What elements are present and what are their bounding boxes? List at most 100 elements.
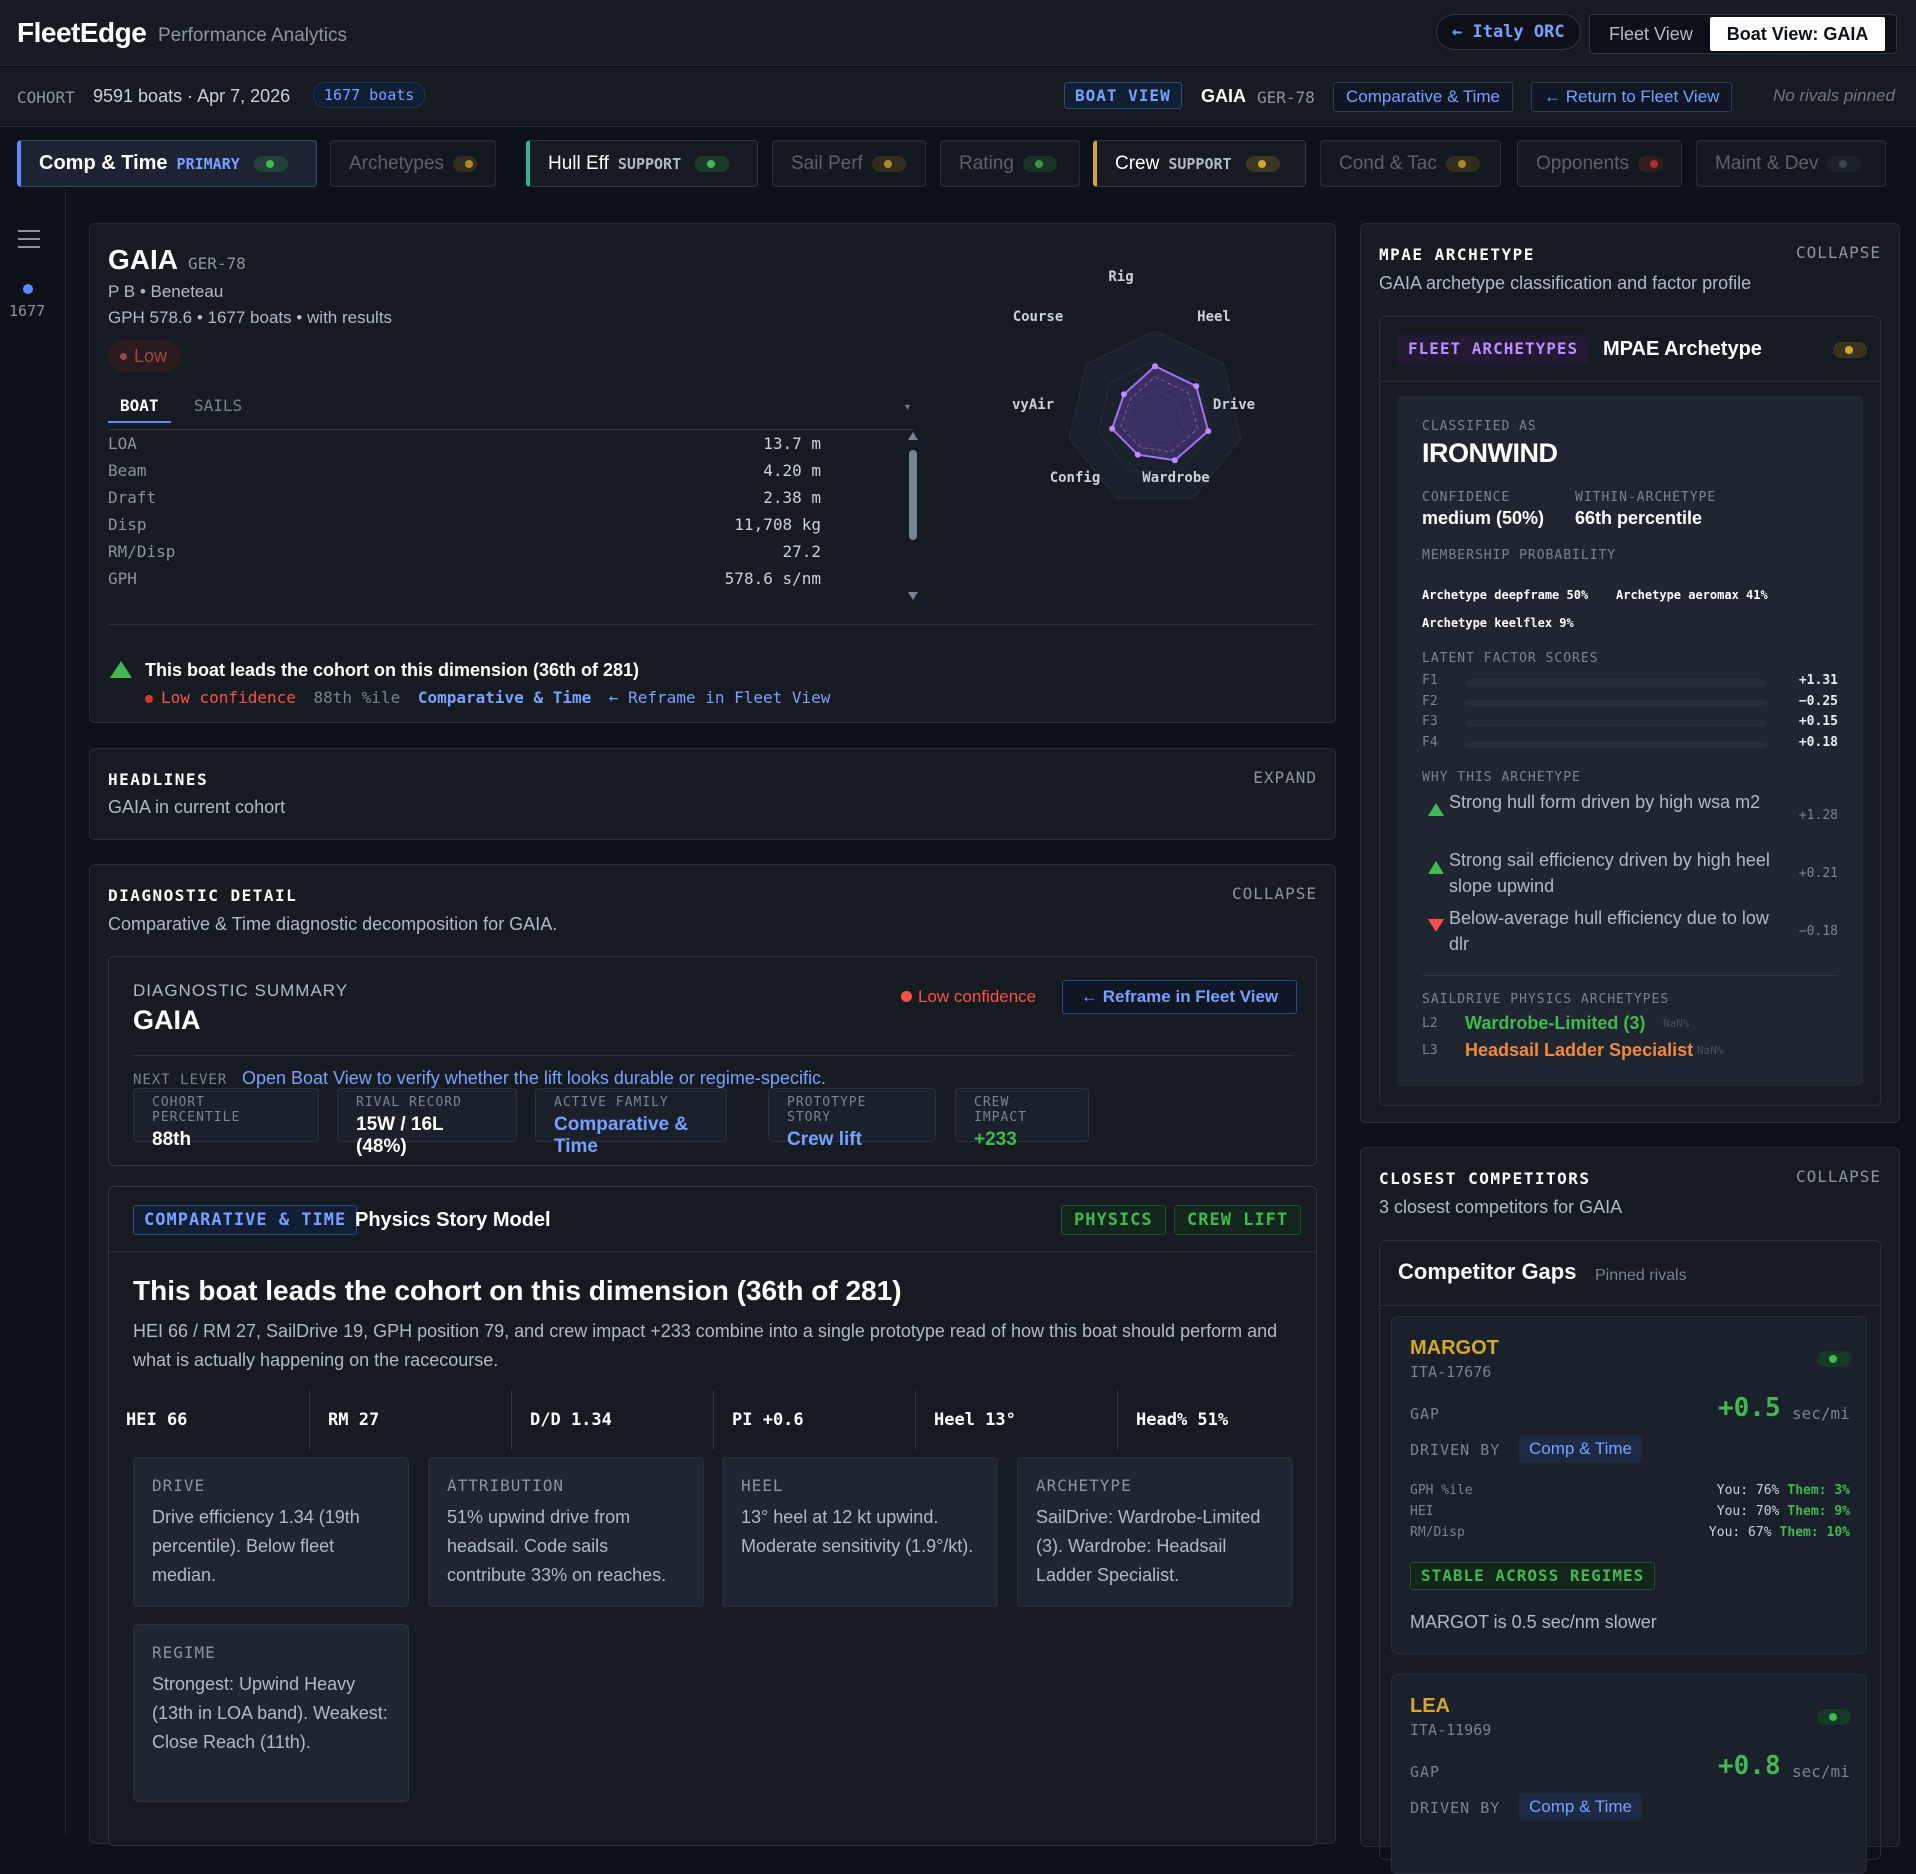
headlines-expand-button[interactable]: EXPAND: [1253, 768, 1317, 787]
tab-boat[interactable]: BOAT: [108, 396, 171, 423]
kv-label: ACTIVE FAMILY: [554, 1095, 669, 1110]
tab-maint-dev[interactable]: Maint & Dev: [1696, 140, 1886, 187]
next-lever-link[interactable]: Open Boat View to verify whether the lif…: [242, 1068, 826, 1089]
radar-point: [1171, 457, 1178, 464]
tab-status-toggle[interactable]: [1245, 155, 1280, 172]
kv-value[interactable]: Crew lift: [787, 1129, 917, 1151]
spec-value: 578.6 s/nm: [724, 569, 821, 588]
saildrive-archetype: Headsail Ladder Specialist: [1465, 1040, 1694, 1060]
saildrive-prob: NaN%: [1663, 1017, 1690, 1030]
cohort-count-badge: 1677 boats: [313, 82, 426, 108]
region-orc-pill[interactable]: ← Italy ORC: [1436, 14, 1581, 50]
tile-label: ARCHETYPE: [1036, 1476, 1132, 1495]
diagnostic-collapse-button[interactable]: COLLAPSE: [1232, 884, 1317, 903]
mpae-collapse-button[interactable]: COLLAPSE: [1796, 243, 1881, 262]
boat-headline: This boat leads the cohort on this dimen…: [145, 660, 640, 680]
competitor-pin-toggle[interactable]: [1817, 1709, 1851, 1725]
tab-status-toggle[interactable]: [1637, 155, 1663, 172]
story-tile-attribution: ATTRIBUTION 51% upwind drive from headsai…: [428, 1457, 704, 1607]
metric-key: RM/Disp: [1410, 1525, 1465, 1540]
tab-crew[interactable]: Crew SUPPORT: [1093, 140, 1306, 187]
tab-label: Comp & Time: [39, 152, 168, 174]
competitor-pin-toggle[interactable]: [1817, 1351, 1851, 1367]
tab-rating[interactable]: Rating: [940, 140, 1080, 187]
driven-by-badge[interactable]: Comp & Time: [1519, 1435, 1642, 1463]
brand-logo[interactable]: FleetEdge: [17, 17, 147, 49]
metric-them: Them: 9%: [1787, 1504, 1850, 1519]
competitor-card[interactable]: LEA ITA-11969 GAP +0.8 sec/mi DRIVEN BY Comp &…: [1391, 1674, 1867, 1874]
tab-label: Opponents: [1536, 152, 1629, 174]
latent-factor-label: LATENT FACTOR SCORES: [1422, 651, 1599, 666]
within-archetype-value: 66th percentile: [1575, 508, 1703, 528]
kv-value[interactable]: Comparative & Time: [554, 1114, 708, 1158]
spec-key: GPH: [108, 569, 137, 588]
tile-text: Strongest: Upwind Heavy (13th in LOA ban…: [152, 1674, 388, 1752]
return-fleet-view-button[interactable]: ← Return to Fleet View: [1531, 82, 1733, 112]
fleet-view-button[interactable]: Fleet View: [1592, 17, 1710, 51]
tab-status-toggle[interactable]: [253, 155, 288, 172]
tab-sails[interactable]: SAILS: [194, 396, 242, 415]
why-text: Strong sail efficiency driven by high he…: [1449, 850, 1770, 896]
competitor-card[interactable]: MARGOT ITA-17676 GAP +0.5 sec/mi DRIVEN BY Com…: [1391, 1316, 1867, 1654]
collapse-caret-icon[interactable]: ▾: [905, 402, 910, 413]
spec-key: Disp: [108, 515, 147, 534]
footer-reframe-link[interactable]: ← Reframe in Fleet View: [609, 688, 831, 707]
mpae-subtitle: GAIA archetype classification and factor…: [1379, 273, 1752, 293]
spec-scrollbar[interactable]: [907, 432, 919, 602]
competitors-collapse-button[interactable]: COLLAPSE: [1796, 1167, 1881, 1186]
summary-kv-item: RIVAL RECORD 15W / 16L (48%): [337, 1088, 517, 1157]
pinned-rivals-label: Pinned rivals: [1595, 1267, 1687, 1284]
story-tile-drive: DRIVE Drive efficiency 1.34 (19th percent…: [133, 1457, 409, 1607]
competitor-metric-row: RM/Disp You: 67% Them: 10%: [1410, 1525, 1850, 1545]
saildrive-label: SAILDRIVE PHYSICS ARCHETYPES: [1422, 992, 1670, 1007]
comparative-time-button[interactable]: Comparative & Time: [1333, 82, 1513, 112]
driven-by-badge[interactable]: Comp & Time: [1519, 1793, 1642, 1821]
boat-sail-no: GER-78: [188, 254, 246, 273]
rivals-status: No rivals pinned: [1773, 86, 1895, 105]
brand-subtitle: Performance Analytics: [158, 25, 348, 46]
tile-text: 51% upwind drive from headsail. Code sai…: [447, 1507, 667, 1585]
story-stat: PI +0.6: [714, 1390, 916, 1450]
tab-status-toggle[interactable]: [453, 155, 477, 172]
spec-row: RM/Disp 27.2: [108, 542, 821, 569]
summary-confidence-dot-icon: [901, 991, 912, 1002]
tab-cond-tac[interactable]: Cond & Tac: [1320, 140, 1501, 187]
competitors-title: CLOSEST COMPETITORS: [1379, 1169, 1591, 1188]
tab-sail-perf[interactable]: Sail Perf: [772, 140, 926, 187]
tab-hull-eff[interactable]: Hull Eff SUPPORT: [526, 140, 758, 187]
why-score: −0.18: [1798, 924, 1838, 939]
summary-name: GAIA: [133, 1005, 201, 1035]
tab-status-toggle[interactable]: [695, 155, 730, 172]
tab-status-toggle[interactable]: [1445, 155, 1480, 172]
why-text: Below-average hull efficiency due to low…: [1449, 908, 1769, 954]
cohort-summary: 9591 boats · Apr 7, 2026: [93, 86, 291, 106]
tab-archetypes[interactable]: Archetypes: [330, 140, 496, 187]
gap-label: GAP: [1410, 1405, 1441, 1423]
tile-text: 13° heel at 12 kt upwind. Moderate sensi…: [741, 1507, 974, 1556]
summary-reframe-button[interactable]: ← Reframe in Fleet View: [1062, 980, 1298, 1014]
menu-icon[interactable]: [18, 230, 40, 248]
tab-status-toggle[interactable]: [871, 155, 906, 172]
tab-comp-time[interactable]: Comp & Time PRIMARY: [17, 140, 317, 187]
gap-label: GAP: [1410, 1763, 1441, 1781]
radar-label: Course: [1013, 309, 1064, 325]
metric-values: You: 67% Them: 10%: [1709, 1525, 1850, 1540]
tab-label: Sail Perf: [791, 152, 863, 174]
mpae-toggle[interactable]: [1833, 342, 1867, 358]
story-divider: [109, 1251, 1316, 1252]
saildrive-archetype: Wardrobe-Limited (3): [1465, 1013, 1646, 1033]
spec-key: LOA: [108, 434, 137, 453]
story-text: HEI 66 / RM 27, SailDrive 19, GPH positi…: [133, 1321, 1278, 1370]
story-tile-regime: REGIME Strongest: Upwind Heavy (13th in L…: [133, 1624, 409, 1802]
boat-view-button[interactable]: Boat View: GAIA: [1709, 17, 1886, 51]
kv-value: +233: [974, 1129, 1017, 1150]
tab-status-toggle[interactable]: [1022, 155, 1057, 172]
boat-radar-chart: Rig Heel Drive Wardrobe Config ⁠vyAir Course: [1012, 269, 1255, 499]
tab-status-toggle[interactable]: [1827, 155, 1862, 172]
factor-value: +1.31: [1798, 673, 1838, 688]
footer-comparative-link[interactable]: Comparative & Time: [418, 688, 591, 707]
tab-opponents[interactable]: Opponents: [1517, 140, 1682, 187]
confidence-badge-label: Low: [134, 346, 168, 366]
summary-label: DIAGNOSTIC SUMMARY: [133, 981, 349, 1000]
factor-bar: [1465, 740, 1767, 748]
